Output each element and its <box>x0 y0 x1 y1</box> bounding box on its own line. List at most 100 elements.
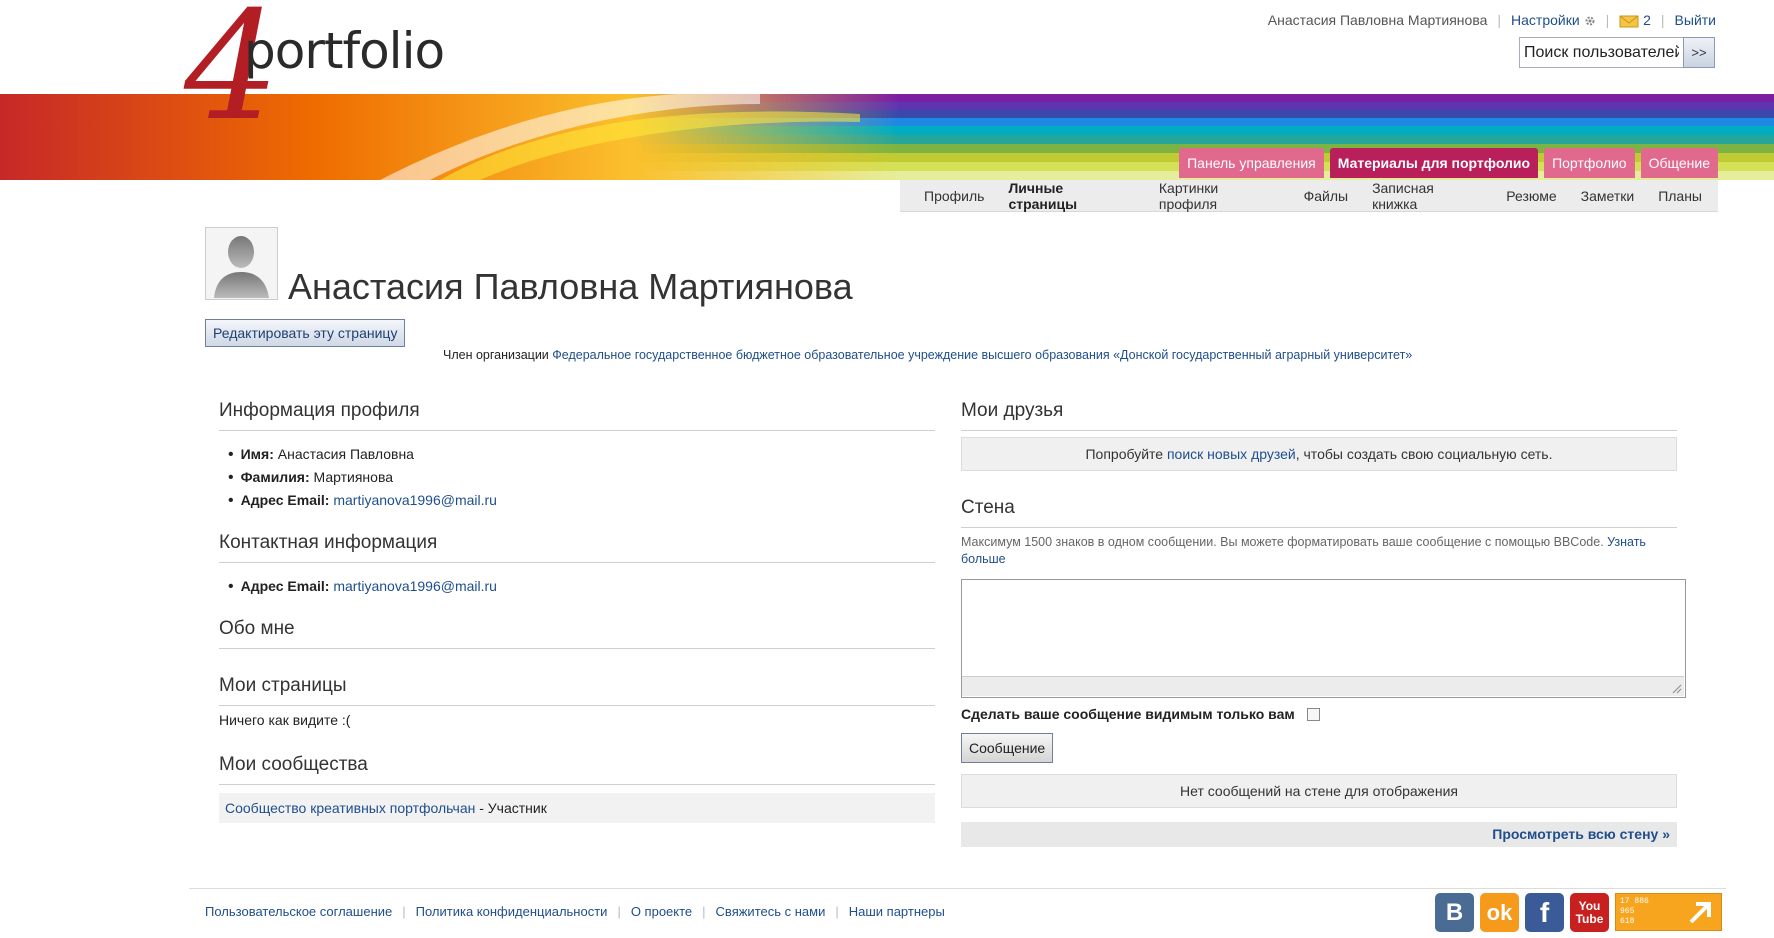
my-pages-heading: Мои страницы <box>219 675 935 706</box>
contact-email-link[interactable]: martiyanova1996@mail.ru <box>333 578 497 594</box>
contact-info-list: Адрес Email: martiyanova1996@mail.ru <box>228 575 935 598</box>
about-heading: Обо мне <box>219 618 935 649</box>
yt-glyph-top: You <box>1578 898 1601 913</box>
visit-counter[interactable]: 17 886 965 618 <box>1615 893 1722 931</box>
footer-link-contact[interactable]: Свяжитесь с нами <box>716 904 826 919</box>
wall-hint: Максимум 1500 знаков в одном сообщении. … <box>961 534 1677 568</box>
envelope-icon <box>1619 15 1639 28</box>
settings-link[interactable]: Настройки <box>1511 12 1596 28</box>
edit-page-button[interactable]: Редактировать эту страницу <box>205 319 406 347</box>
private-message-checkbox[interactable] <box>1306 707 1320 721</box>
resize-grip-icon <box>1672 684 1682 694</box>
profile-right-column: Мои друзья Попробуйте поиск новых друзей… <box>961 400 1686 847</box>
organization-link[interactable]: Федеральное государственное бюджетное об… <box>552 348 1412 362</box>
private-message-label: Сделать ваше сообщение видимым только ва… <box>961 706 1295 722</box>
page-title: Анастасия Павловна Мартиянова <box>288 266 853 307</box>
user-bar: Анастасия Павловна Мартиянова | Настройк… <box>1268 12 1716 28</box>
divider: | <box>617 904 621 919</box>
footer-link-about[interactable]: О проекте <box>631 904 692 919</box>
subnav-personal-pages[interactable]: Личные страницы <box>1008 180 1134 212</box>
last-name-value: Мартиянова <box>313 469 394 485</box>
profile-left-column: Информация профиля Имя: Анастасия Павлов… <box>219 400 935 823</box>
ok-glyph: ok <box>1486 899 1513 925</box>
messages-link[interactable]: 2 <box>1619 12 1651 28</box>
settings-label: Настройки <box>1511 12 1580 29</box>
view-wall-bar: Просмотреть всю стену » <box>961 822 1677 847</box>
list-item: Адрес Email: martiyanova1996@mail.ru <box>228 575 935 598</box>
subnav-plans[interactable]: Планы <box>1658 188 1702 204</box>
wall-editor <box>961 579 1686 698</box>
site-logo[interactable]: 4 portfolio <box>184 0 604 142</box>
tab-portfolio[interactable]: Портфолио <box>1544 148 1635 178</box>
friends-prefix: Попробуйте <box>1085 446 1167 462</box>
organization-line: Член организации Федеральное государстве… <box>443 348 1412 362</box>
footer-links: Пользовательское соглашение | Политика к… <box>205 904 945 919</box>
list-item: Фамилия: Мартиянова <box>228 466 935 489</box>
user-search: >> <box>1519 37 1715 68</box>
counter-line: 17 886 <box>1620 897 1649 906</box>
avatar[interactable] <box>205 227 278 300</box>
tab-portfolio-materials[interactable]: Материалы для портфолио <box>1329 148 1539 178</box>
divider: | <box>1605 12 1610 29</box>
footer-link-partners[interactable]: Наши партнеры <box>849 904 945 919</box>
gear-icon <box>1585 16 1595 26</box>
email-link[interactable]: martiyanova1996@mail.ru <box>333 492 497 508</box>
friends-empty-box: Попробуйте поиск новых друзей, чтобы соз… <box>961 437 1677 471</box>
footer-link-privacy[interactable]: Политика конфиденциальности <box>416 904 608 919</box>
sub-nav: Профиль Личные страницы Картинки профиля… <box>900 180 1718 212</box>
last-name-label: Фамилия: <box>240 469 310 485</box>
subnav-resume[interactable]: Резюме <box>1506 188 1556 204</box>
divider: | <box>1660 12 1665 29</box>
tab-dashboard[interactable]: Панель управления <box>1179 148 1324 178</box>
subnav-notebook[interactable]: Записная книжка <box>1372 180 1482 212</box>
footer-divider <box>189 888 1726 889</box>
profile-info-list: Имя: Анастасия Павловна Фамилия: Мартиян… <box>228 443 935 512</box>
first-name-value: Анастасия Павловна <box>277 446 414 462</box>
subnav-files[interactable]: Файлы <box>1304 188 1348 204</box>
friends-suffix: , чтобы создать свою социальную сеть. <box>1295 446 1553 462</box>
friends-heading: Мои друзья <box>961 400 1677 431</box>
main-nav: Панель управления Материалы для портфоли… <box>1179 148 1718 178</box>
contact-info-heading: Контактная информация <box>219 532 935 563</box>
facebook-icon[interactable]: f <box>1525 893 1564 932</box>
logout-link[interactable]: Выйти <box>1675 12 1716 28</box>
view-all-wall-link[interactable]: Просмотреть всю стену » <box>1492 826 1670 842</box>
post-message-button[interactable]: Сообщение <box>961 733 1054 763</box>
divider: | <box>402 904 406 919</box>
user-search-button[interactable]: >> <box>1683 37 1715 68</box>
counter-line: 618 <box>1620 917 1635 926</box>
list-item: Сообщество креативных портфольчан - Учас… <box>219 793 935 823</box>
odnoklassniki-icon[interactable]: ok <box>1480 893 1519 932</box>
counter-digits: 17 886 965 618 <box>1620 897 1649 927</box>
community-link[interactable]: Сообщество креативных портфольчан <box>225 800 475 816</box>
messages-count: 2 <box>1643 12 1651 28</box>
wall-hint-text: Максимум 1500 знаков в одном сообщении. … <box>961 535 1608 549</box>
youtube-icon[interactable]: You Tube <box>1570 893 1609 932</box>
arrow-up-right-icon <box>1689 902 1711 924</box>
wall-empty-box: Нет сообщений на стене для отображения <box>961 774 1677 808</box>
fb-glyph: f <box>1539 896 1550 928</box>
site-header: 4 portfolio Анастасия Павловна Мартиянов… <box>0 0 1774 180</box>
find-friends-link[interactable]: поиск новых друзей <box>1167 446 1296 462</box>
my-pages-empty: Ничего как видите :( <box>219 712 351 728</box>
social-links: B ok f You Tube 17 886 965 618 <box>1435 893 1722 932</box>
counter-line: 965 <box>1620 907 1635 916</box>
tab-communication[interactable]: Общение <box>1640 148 1718 178</box>
subnav-notes[interactable]: Заметки <box>1581 188 1635 204</box>
wall-heading: Стена <box>961 497 1677 528</box>
subnav-profile-pictures[interactable]: Картинки профиля <box>1159 180 1280 212</box>
list-item: Адрес Email: martiyanova1996@mail.ru <box>228 489 935 512</box>
user-search-input[interactable] <box>1519 37 1683 68</box>
footer-link-user-agreement[interactable]: Пользовательское соглашение <box>205 904 392 919</box>
private-message-row: Сделать ваше сообщение видимым только ва… <box>961 706 1677 722</box>
user-silhouette-icon <box>214 236 269 298</box>
resize-handle[interactable] <box>962 676 1684 696</box>
subnav-profile[interactable]: Профиль <box>924 188 984 204</box>
communities-heading: Мои сообщества <box>219 754 935 785</box>
org-prefix: Член организации <box>443 348 549 362</box>
current-user-name[interactable]: Анастасия Павловна Мартиянова <box>1268 12 1488 28</box>
profile-info-heading: Информация профиля <box>219 400 935 431</box>
vk-glyph: B <box>1445 898 1464 926</box>
divider: | <box>1497 12 1502 29</box>
vk-icon[interactable]: B <box>1435 893 1474 932</box>
